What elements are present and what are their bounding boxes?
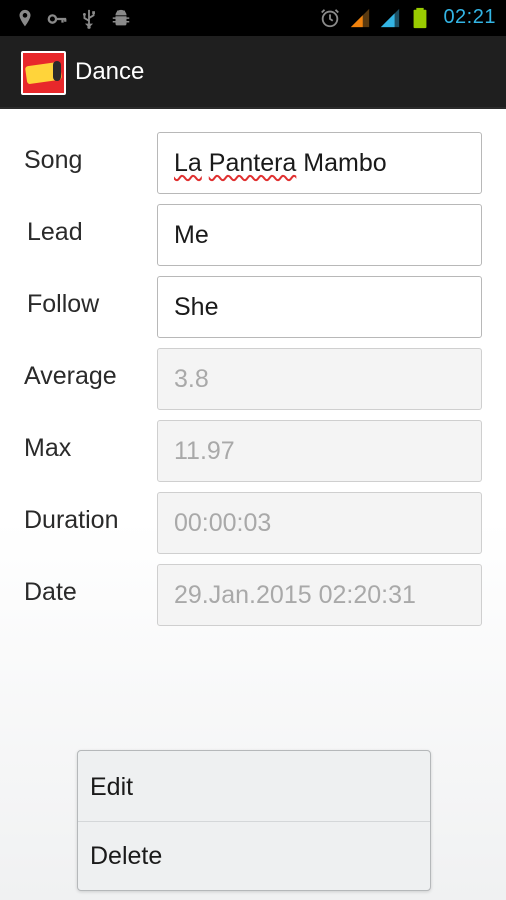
song-label: Song	[24, 146, 83, 174]
lead-label: Lead	[27, 218, 83, 246]
page-title: Dance	[75, 58, 145, 85]
average-row: Average 3.8	[0, 348, 506, 410]
alarm-icon	[319, 7, 341, 29]
average-label: Average	[24, 362, 117, 390]
status-bar: 02:21	[0, 0, 506, 36]
max-label: Max	[24, 434, 72, 462]
cell-signal-blue-icon	[379, 7, 401, 29]
key-icon	[46, 8, 68, 30]
status-clock: 02:21	[443, 6, 496, 28]
gps-icon	[14, 8, 36, 30]
average-field: 3.8	[157, 348, 482, 410]
context-menu: Edit Delete	[77, 750, 431, 891]
max-row: Max 11.97	[0, 420, 506, 482]
lead-input[interactable]: Me	[157, 204, 482, 266]
action-bar: Dance	[0, 36, 506, 109]
menu-item-delete[interactable]: Delete	[78, 822, 430, 891]
cell-signal-orange-icon	[349, 7, 371, 29]
song-input[interactable]: La Pantera Mambo	[157, 132, 482, 194]
android-debug-icon	[110, 8, 132, 30]
song-row: Song La Pantera Mambo	[0, 132, 506, 194]
lead-row: Lead Me	[0, 204, 506, 266]
date-row: Date 29.Jan.2015 02:20:31	[0, 564, 506, 626]
duration-field: 00:00:03	[157, 492, 482, 554]
max-field: 11.97	[157, 420, 482, 482]
follow-label: Follow	[27, 290, 100, 318]
usb-icon	[78, 8, 100, 30]
date-field: 29.Jan.2015 02:20:31	[157, 564, 482, 626]
battery-icon	[409, 7, 431, 29]
date-label: Date	[24, 578, 77, 606]
duration-row: Duration 00:00:03	[0, 492, 506, 554]
song-word-1: La	[174, 148, 202, 177]
follow-row: Follow She	[0, 276, 506, 338]
menu-item-edit[interactable]: Edit	[78, 753, 430, 822]
duration-label: Duration	[24, 506, 119, 534]
follow-input[interactable]: She	[157, 276, 482, 338]
logo-dancer-shape	[53, 61, 61, 81]
song-word-3: Mambo	[303, 148, 387, 177]
song-word-2: Pantera	[208, 148, 297, 177]
app-logo[interactable]	[21, 51, 66, 95]
